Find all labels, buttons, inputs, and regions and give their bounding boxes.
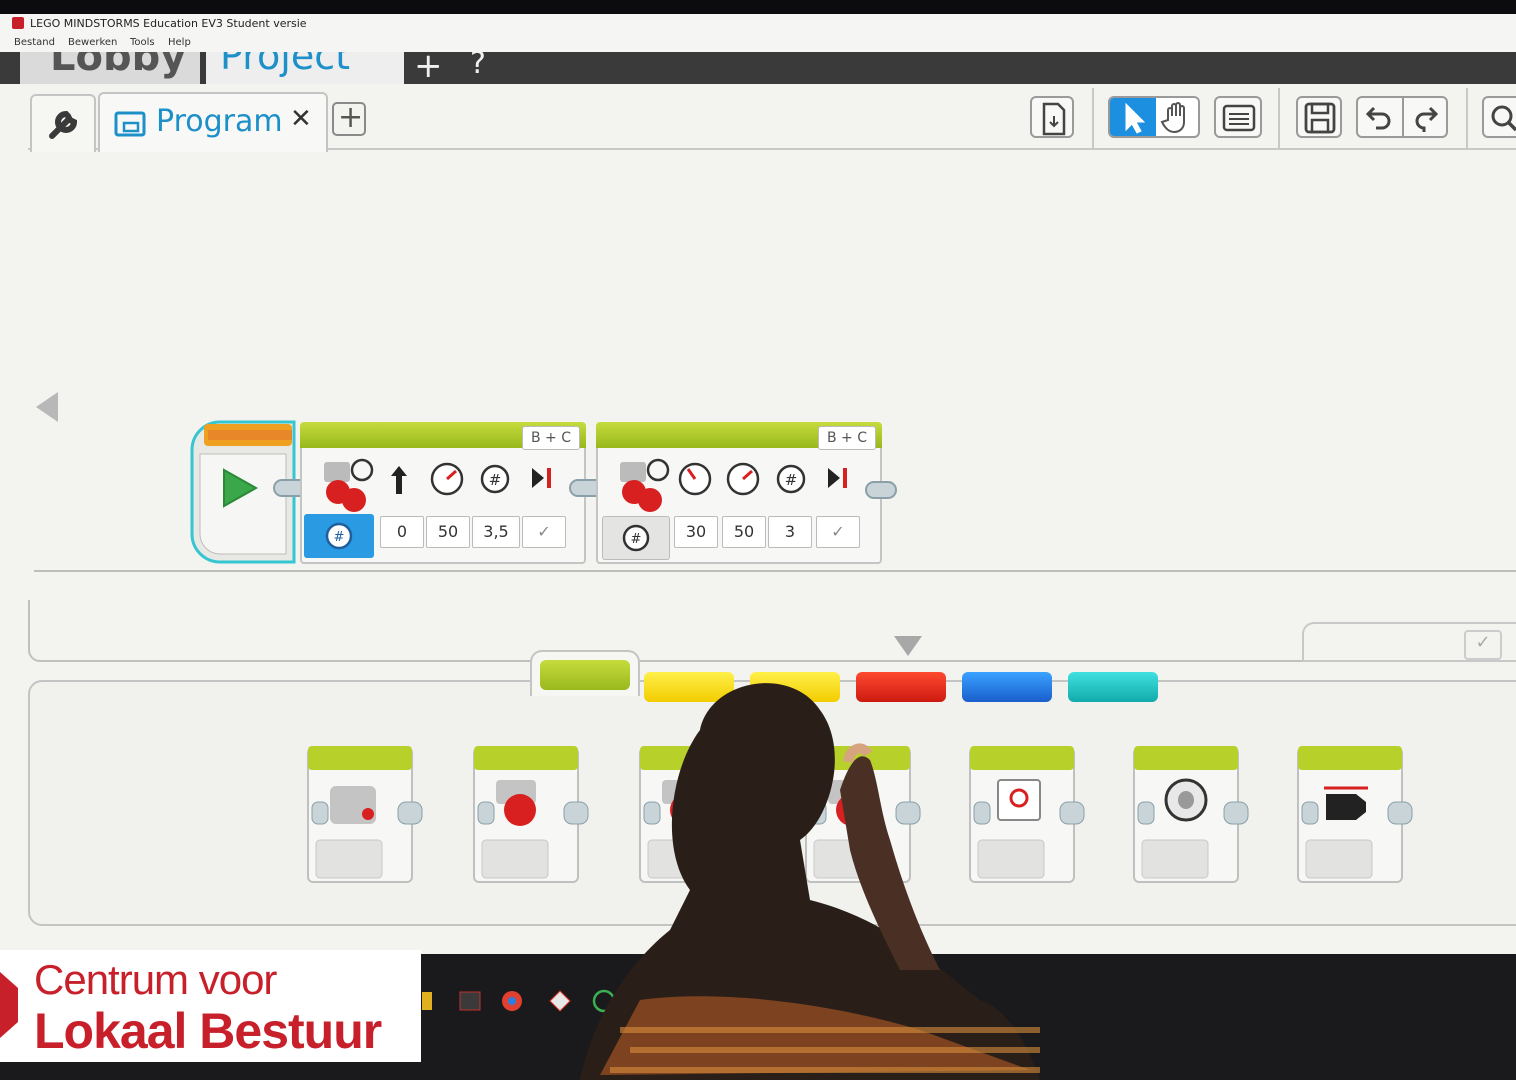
save-button[interactable] <box>1296 96 1342 138</box>
sequence-end-connector <box>865 481 897 499</box>
palette-block-sound[interactable] <box>1132 744 1249 884</box>
palette-block-brick-status-light[interactable] <box>1296 744 1413 884</box>
save-icon <box>1304 102 1336 134</box>
download-icon <box>1042 102 1066 136</box>
steering-arrow-icon <box>391 466 407 494</box>
pointer-pan-group <box>1108 96 1200 138</box>
person-silhouette <box>580 683 1040 1080</box>
modified-mark: * <box>336 52 351 69</box>
toolbar-separator <box>1092 88 1094 150</box>
menu-bar: Bestand Bewerken Tools Help <box>0 34 1516 52</box>
brake-icon <box>828 468 847 488</box>
svg-text:#: # <box>785 471 798 489</box>
canvas-divider <box>34 570 1516 572</box>
degrees-icon: # <box>776 464 806 494</box>
close-project-icon[interactable]: ^ <box>366 52 391 73</box>
brake-value[interactable]: ✓ <box>816 516 860 548</box>
svg-text:#: # <box>489 471 502 489</box>
menu-bewerken[interactable]: Bewerken <box>68 37 117 48</box>
program-file-icon <box>114 111 146 137</box>
tab-program[interactable]: Program ✕ <box>98 92 328 152</box>
port-selector[interactable]: B + C <box>522 426 580 450</box>
redo-icon <box>1415 106 1439 132</box>
explorer-icon <box>422 992 432 1010</box>
comment-icon <box>1222 104 1256 132</box>
svg-text:#: # <box>334 530 345 545</box>
degrees-value[interactable]: 3,5 <box>472 516 520 548</box>
wrench-icon <box>49 110 78 139</box>
menu-help[interactable]: Help <box>168 37 191 48</box>
tab-project-label: Project <box>220 52 351 78</box>
scroll-left-arrow-icon[interactable] <box>32 390 62 424</box>
pan-hand-icon <box>1160 102 1185 134</box>
svg-text:#: # <box>631 532 642 547</box>
move-tank-block[interactable]: B + C # # 30 50 3 ✓ <box>596 422 886 568</box>
tab-project-properties[interactable] <box>30 94 96 152</box>
palette-block-medium-motor[interactable] <box>306 744 423 884</box>
tab-program-label: Program <box>156 104 283 139</box>
steering-motor-icon <box>324 458 374 512</box>
left-power-value[interactable]: 30 <box>674 516 718 548</box>
add-program-label: + <box>338 100 364 135</box>
undo-redo-group <box>1356 96 1448 138</box>
port-selector[interactable]: B + C <box>818 426 876 450</box>
window-title: LEGO MINDSTORMS Education EV3 Student ve… <box>30 17 307 30</box>
tab-project[interactable]: Project * ^ <box>206 52 404 84</box>
toolbar-separator <box>1466 88 1468 150</box>
power-value[interactable]: 50 <box>426 516 470 548</box>
comment-button[interactable] <box>1214 96 1262 138</box>
logo-line-1: Centrum voor <box>34 956 277 1003</box>
tab-lobby-label: Lobby <box>50 52 187 80</box>
move-steering-block[interactable]: B + C # # 0 50 3,5 ✓ <box>300 422 590 568</box>
canvas-bottom-frame <box>28 600 1516 662</box>
add-program-button[interactable]: + <box>332 100 366 136</box>
help-button[interactable]: ? <box>470 52 486 81</box>
title-bar: LEGO MINDSTORMS Education EV3 Student ve… <box>0 14 1516 34</box>
palette-indicator-arrow-icon <box>894 636 922 656</box>
power-gauge-icon <box>430 462 464 496</box>
hardware-page-tab[interactable]: ✓ <box>1302 622 1516 662</box>
steering-value[interactable]: 0 <box>380 516 424 548</box>
palette-tab-my-blocks[interactable] <box>1068 672 1158 702</box>
undo-button[interactable] <box>1358 98 1404 136</box>
degrees-icon: # <box>480 464 510 494</box>
right-power-value[interactable]: 50 <box>722 516 766 548</box>
degrees-mode-icon: # <box>622 524 650 552</box>
mode-selector[interactable]: # <box>602 516 670 560</box>
play-icon <box>223 468 259 508</box>
toolbar-separator <box>1278 88 1280 150</box>
degrees-value[interactable]: 3 <box>768 516 812 548</box>
brick-status-light-icon <box>1297 746 1413 883</box>
project-tab-bar: Lobby Project * ^ + ? <box>0 52 1516 84</box>
tab-lobby[interactable]: Lobby <box>20 52 200 84</box>
zoom-icon <box>1491 105 1516 132</box>
app-logo-icon <box>12 17 24 29</box>
undo-icon <box>1365 106 1391 130</box>
tank-motor-icon <box>620 458 670 512</box>
logo-mark-icon <box>0 972 18 1038</box>
redo-button[interactable] <box>1404 98 1448 136</box>
degrees-mode-icon: # <box>325 522 353 550</box>
menu-bestand[interactable]: Bestand <box>14 37 55 48</box>
paint-icon <box>459 991 481 1011</box>
power-gauge-icon <box>726 462 760 496</box>
pointer-icon <box>1125 102 1146 134</box>
brake-icon <box>532 468 551 488</box>
organization-logo: Centrum voor Lokaal Bestuur <box>0 950 421 1062</box>
close-tab-icon[interactable]: ✕ <box>290 104 312 134</box>
pointer-tool-button[interactable] <box>1110 98 1156 136</box>
mode-selector[interactable]: # <box>304 514 374 558</box>
add-project-button[interactable]: + <box>414 52 443 84</box>
download-button[interactable] <box>1030 96 1074 138</box>
hardware-check-icon: ✓ <box>1464 630 1502 660</box>
sound-icon <box>1133 746 1249 883</box>
logo-line-2: Lokaal Bestuur <box>34 1003 382 1059</box>
brake-value[interactable]: ✓ <box>522 516 566 548</box>
zoom-button[interactable] <box>1482 96 1516 138</box>
pan-tool-button[interactable] <box>1156 98 1200 136</box>
medium-motor-icon <box>307 746 423 883</box>
menu-tools[interactable]: Tools <box>130 37 155 48</box>
power-gauge-icon <box>678 462 712 496</box>
